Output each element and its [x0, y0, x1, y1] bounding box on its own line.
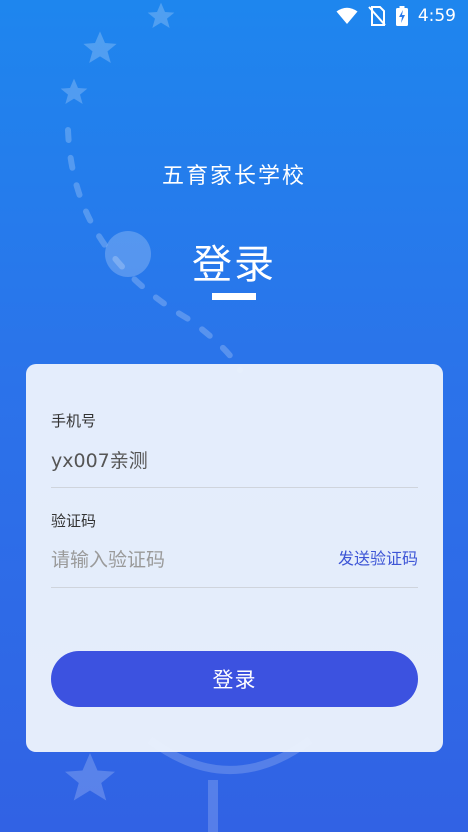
- phone-divider: [51, 487, 418, 488]
- send-code-button[interactable]: 发送验证码: [338, 545, 418, 569]
- code-input[interactable]: 请输入验证码: [51, 545, 165, 572]
- phone-label: 手机号: [51, 412, 97, 430]
- star-decoration-icon: [80, 28, 120, 68]
- wifi-icon: [336, 7, 358, 25]
- title-underline: [212, 293, 256, 300]
- no-sim-icon: [368, 6, 386, 26]
- star-decoration-icon: [60, 748, 120, 808]
- school-name: 五育家长学校: [161, 164, 306, 189]
- page-title: 登录: [192, 242, 276, 288]
- login-card: 手机号 yx007亲测 验证码 请输入验证码 发送验证码 登录: [26, 364, 443, 752]
- battery-charging-icon: [395, 6, 408, 26]
- code-label: 验证码: [51, 512, 97, 530]
- status-bar: 4:59: [0, 0, 468, 32]
- login-button[interactable]: 登录: [51, 651, 418, 707]
- login-button-label: 登录: [212, 668, 257, 692]
- phone-input[interactable]: yx007亲测: [51, 446, 148, 473]
- code-divider: [51, 587, 418, 588]
- star-decoration-icon: [58, 76, 90, 108]
- status-time: 4:59: [417, 6, 456, 26]
